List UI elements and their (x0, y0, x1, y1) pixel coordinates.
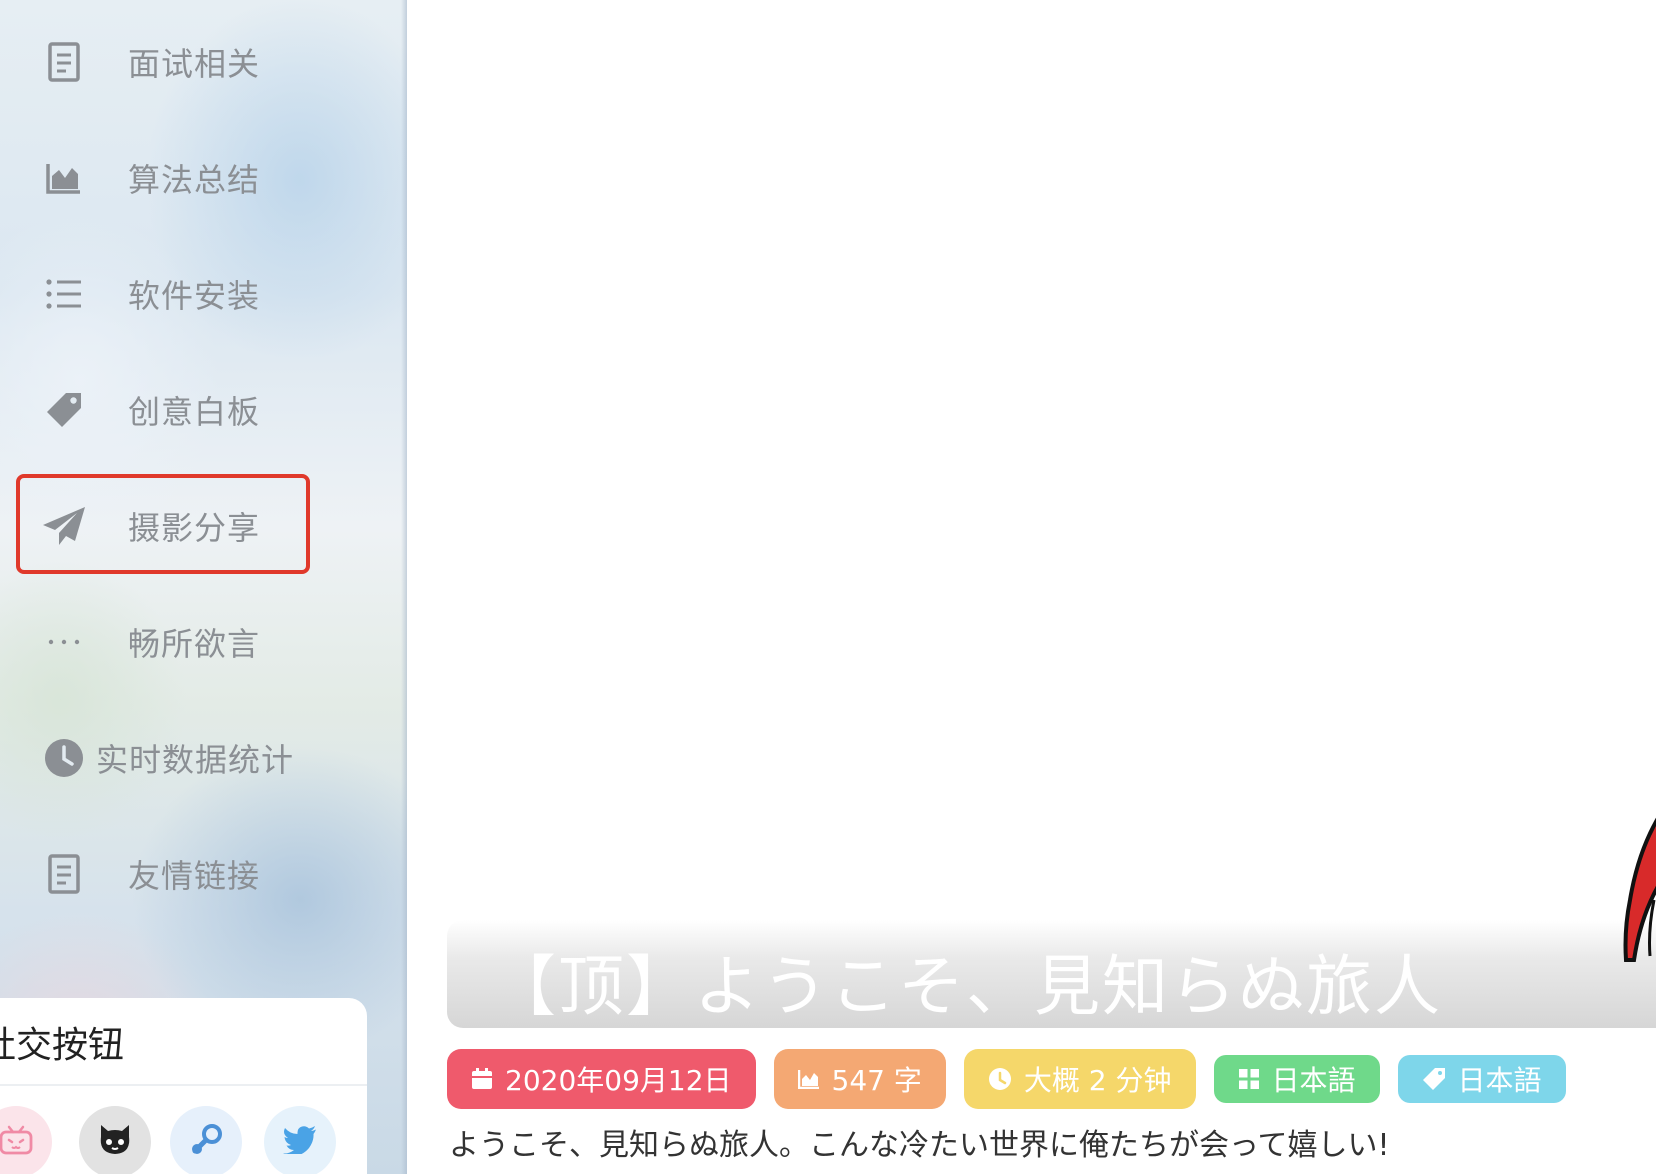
tag-badge[interactable]: 日本語 (1397, 1055, 1566, 1103)
reading-time-badge: 大概 2 分钟 (963, 1049, 1196, 1109)
sidebar-item-statistics[interactable]: 实时数据统计 (40, 728, 370, 788)
grid-icon (1238, 1069, 1259, 1089)
category-badge[interactable]: 日本語 (1213, 1055, 1380, 1103)
area-chart-icon (40, 154, 88, 202)
area-chart-icon (797, 1070, 819, 1089)
sidebar-item-interview[interactable]: 面试相关 (40, 32, 370, 92)
category-text: 日本語 (1271, 1064, 1356, 1097)
steam-button[interactable] (170, 1106, 242, 1174)
sidebar-item-label: 实时数据统计 (96, 741, 295, 779)
github-icon (97, 1123, 133, 1161)
sidebar-item-software[interactable]: 软件安装 (40, 264, 370, 324)
reading-time-text: 大概 2 分钟 (1023, 1064, 1172, 1097)
social-card: 社交按钮 (0, 998, 367, 1174)
date-badge: 2020年09月12日 (447, 1049, 756, 1109)
github-button[interactable] (79, 1106, 151, 1174)
mascot-image (1600, 780, 1656, 1000)
post-title[interactable]: 【顶】ようこそ、見知らぬ旅人 (490, 933, 1442, 1029)
bilibili-icon (0, 1125, 33, 1159)
sidebar-item-label: 创意白板 (128, 393, 261, 431)
ellipsis-icon (40, 618, 88, 666)
sidebar-item-label: 面试相关 (128, 45, 261, 83)
document-icon (40, 38, 88, 86)
sidebar-item-whiteboard[interactable]: 创意白板 (40, 380, 370, 440)
list-icon (40, 270, 88, 318)
twitter-icon (283, 1126, 317, 1158)
twitter-button[interactable] (264, 1106, 336, 1174)
sidebar-item-label: 软件安装 (128, 277, 261, 315)
bilibili-button[interactable] (0, 1106, 52, 1174)
post-excerpt: ようこそ、見知らぬ旅人。こんな冷たい世界に俺たちが会って嬉しい! (449, 1128, 1390, 1163)
sidebar-item-links[interactable]: 友情链接 (40, 844, 370, 904)
divider (0, 1084, 367, 1086)
post-meta: 2020年09月12日 547 字 大概 2 分钟 日本語 日本語 (447, 1048, 1584, 1110)
calendar-icon (472, 1068, 492, 1089)
word-count-text: 547 字 (831, 1064, 922, 1097)
sidebar-item-algorithms[interactable]: 算法总结 (40, 148, 370, 208)
sidebar-item-label: 畅所欲言 (128, 625, 261, 663)
sidebar-item-label: 友情链接 (128, 857, 261, 895)
sidebar-item-discussion[interactable]: 畅所欲言 (40, 612, 370, 672)
social-title: 社交按钮 (0, 1025, 125, 1066)
sidebar: 面试相关 算法总结 软件安装 创意白板 摄影分享 畅所欲言 实时数据统计 友情链… (0, 0, 407, 1174)
tag-icon (1422, 1068, 1445, 1090)
clock-icon (988, 1068, 1011, 1090)
steam-icon (189, 1123, 223, 1161)
highlight-box (16, 474, 310, 574)
word-count-badge: 547 字 (773, 1049, 946, 1109)
tag-icon (40, 386, 88, 434)
document-icon (40, 850, 88, 898)
tag-text: 日本語 (1457, 1064, 1542, 1097)
sidebar-item-label: 算法总结 (128, 161, 261, 199)
date-text: 2020年09月12日 (505, 1064, 732, 1097)
clock-icon (40, 734, 88, 782)
